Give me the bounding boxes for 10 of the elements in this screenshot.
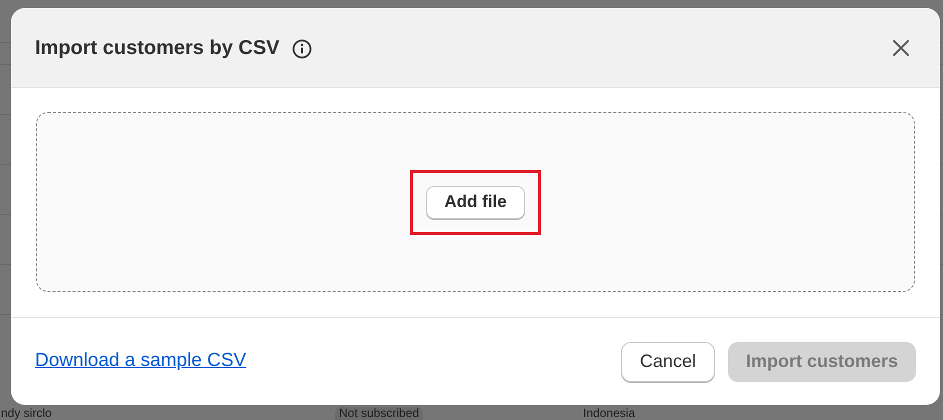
status-badge: Not subscribed (335, 407, 424, 420)
sample-csv-link[interactable]: Download a sample CSV (35, 347, 246, 376)
add-file-button[interactable]: Add file (426, 186, 525, 218)
dialog-title: Import customers by CSV (35, 36, 280, 60)
table-cell: Indonesia (583, 407, 636, 420)
close-icon (892, 38, 910, 56)
table-cell-text: ndy sirclo (0, 407, 53, 420)
info-icon (292, 38, 312, 58)
cancel-button[interactable]: Cancel (620, 342, 715, 382)
file-dropzone[interactable]: Add file (36, 112, 915, 292)
